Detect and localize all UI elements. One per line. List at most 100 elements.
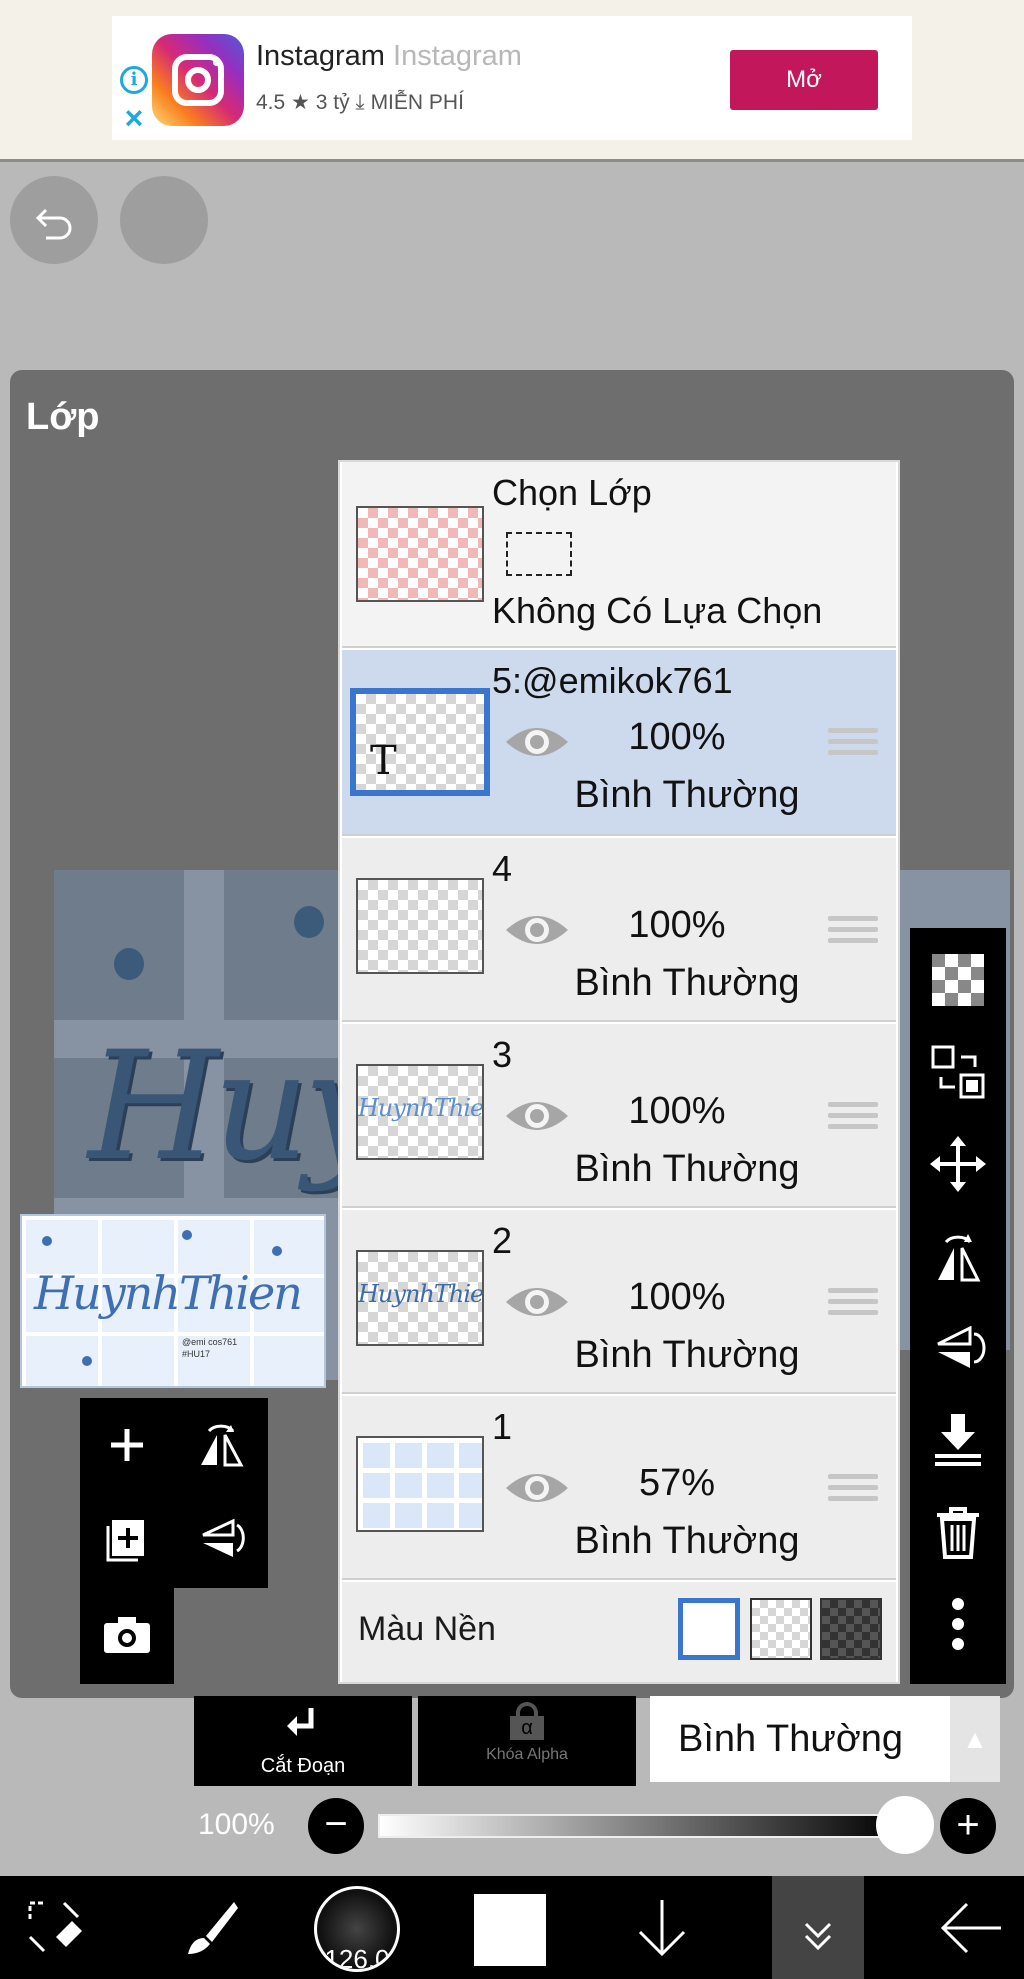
opacity-decrease-button[interactable]: − bbox=[308, 1798, 364, 1854]
layer-row-5[interactable]: T 5:@emikok761 100% Bình Thường bbox=[342, 650, 896, 836]
plus-icon bbox=[111, 1429, 143, 1461]
background-dark-swatch[interactable] bbox=[820, 1598, 882, 1660]
flip-vertical-button[interactable] bbox=[174, 1492, 268, 1586]
brush-tool-button[interactable] bbox=[160, 1876, 260, 1979]
alpha-lock-button[interactable]: α Khóa Alpha bbox=[418, 1696, 636, 1786]
layer-blend-mode: Bình Thường bbox=[574, 1520, 800, 1562]
opacity-increase-button[interactable]: + bbox=[940, 1798, 996, 1854]
right-layer-tools bbox=[910, 928, 1006, 1684]
clipping-arrow-icon bbox=[287, 1708, 314, 1736]
drag-handle-icon[interactable] bbox=[828, 916, 878, 946]
background-transparent-swatch[interactable] bbox=[750, 1598, 812, 1660]
layer-row-3[interactable]: HuynhThien 3 100% Bình Thường bbox=[342, 1024, 896, 1208]
flip-horizontal-icon bbox=[201, 1424, 244, 1467]
add-layer-copy-button[interactable] bbox=[80, 1492, 174, 1586]
add-copy-icon bbox=[106, 1520, 144, 1562]
layer-row-4[interactable]: 4 100% Bình Thường bbox=[342, 838, 896, 1022]
visibility-eye-icon[interactable] bbox=[504, 910, 570, 950]
color-picker-swatch[interactable] bbox=[474, 1894, 546, 1966]
undo-icon bbox=[35, 208, 72, 240]
add-layer-button[interactable] bbox=[80, 1398, 174, 1492]
undo-button[interactable] bbox=[10, 176, 98, 264]
flip-horizontal-icon bbox=[938, 1234, 981, 1282]
reference-preview[interactable]: HuynhThien @emi cos761 #HU17 bbox=[20, 1214, 326, 1388]
drag-handle-icon[interactable] bbox=[828, 1474, 878, 1504]
ad-price: MIỄN PHÍ bbox=[370, 91, 464, 114]
layer-opacity: 100% bbox=[628, 716, 726, 758]
flip-horizontal-button[interactable] bbox=[174, 1398, 268, 1492]
ad-open-button[interactable]: Mở bbox=[730, 50, 878, 110]
flip-layer-horizontal-button[interactable] bbox=[910, 1210, 1006, 1302]
layers-tab-button[interactable] bbox=[772, 1876, 864, 1979]
selection-layer-title: Chọn Lớp bbox=[492, 472, 652, 513]
layer-opacity: 100% bbox=[628, 904, 726, 946]
clipping-button[interactable]: Cắt Đoạn bbox=[194, 1696, 412, 1786]
swap-layer-button[interactable] bbox=[910, 1026, 1006, 1118]
brush-size-indicator[interactable]: 126.0 bbox=[314, 1886, 400, 1972]
transform-eraser-icon bbox=[28, 1901, 82, 1952]
layer-opacity: 100% bbox=[628, 1090, 726, 1132]
alpha-lock-label: Khóa Alpha bbox=[486, 1746, 568, 1763]
camera-import-button[interactable] bbox=[80, 1588, 174, 1682]
layer-thumbnail: T bbox=[350, 688, 490, 796]
layer-blend-mode: Bình Thường bbox=[574, 1148, 800, 1190]
layer-name: 5:@emikok761 bbox=[492, 660, 733, 701]
more-vertical-icon bbox=[952, 1598, 964, 1650]
opacity-value: 100% bbox=[198, 1808, 275, 1841]
brush-icon bbox=[188, 1901, 238, 1954]
opacity-slider[interactable] bbox=[378, 1814, 902, 1838]
swap-icon bbox=[931, 1045, 985, 1099]
transform-eraser-button[interactable] bbox=[0, 1876, 110, 1979]
checkerboard-icon bbox=[932, 954, 984, 1006]
selection-marquee-icon bbox=[506, 532, 572, 576]
layer-name: 1 bbox=[492, 1406, 513, 1447]
double-chevron-down-icon bbox=[804, 1922, 832, 1951]
layer-opacity: 100% bbox=[628, 1276, 726, 1318]
move-arrows-icon bbox=[930, 1136, 986, 1192]
instagram-logo-icon bbox=[152, 34, 244, 126]
move-down-button[interactable] bbox=[612, 1876, 712, 1979]
layer-row-1[interactable]: 1 57% Bình Thường bbox=[342, 1396, 896, 1580]
transparency-button[interactable] bbox=[910, 934, 1006, 1026]
arrow-down-icon bbox=[638, 1899, 686, 1956]
selection-layer-row[interactable]: Chọn Lớp Không Có Lựa Chọn bbox=[342, 462, 896, 648]
flip-layer-vertical-button[interactable] bbox=[910, 1302, 1006, 1394]
drag-handle-icon[interactable] bbox=[828, 1288, 878, 1318]
ad-rating: 4.5 bbox=[256, 91, 286, 114]
background-white-swatch[interactable] bbox=[678, 1598, 740, 1660]
back-button[interactable] bbox=[918, 1876, 1024, 1979]
layer-row-2[interactable]: HuynhThien 2 100% Bình Thường bbox=[342, 1210, 896, 1394]
layer-name: 2 bbox=[492, 1220, 513, 1261]
visibility-eye-icon[interactable] bbox=[504, 722, 570, 762]
clipping-label: Cắt Đoạn bbox=[260, 1755, 346, 1777]
layer-thumbnail: HuynhThien bbox=[356, 1064, 484, 1160]
background-color-label: Màu Nền bbox=[358, 1610, 496, 1648]
layer-opacity: 57% bbox=[638, 1462, 716, 1504]
reference-preview-caption: @emi cos761 #HU17 bbox=[182, 1337, 238, 1359]
visibility-eye-icon[interactable] bbox=[504, 1282, 570, 1322]
ad-info-icon[interactable]: i bbox=[120, 66, 148, 94]
flip-vertical-icon bbox=[202, 1518, 245, 1557]
more-options-button[interactable] bbox=[910, 1578, 1006, 1670]
drag-handle-icon[interactable] bbox=[828, 1102, 878, 1132]
layer-thumbnail-text: HuynhThien bbox=[358, 1094, 484, 1122]
star-icon: ★ bbox=[291, 91, 310, 114]
redo-button[interactable] bbox=[120, 176, 208, 264]
panel-title: Lớp bbox=[26, 396, 100, 438]
drag-handle-icon[interactable] bbox=[828, 728, 878, 758]
move-button[interactable] bbox=[910, 1118, 1006, 1210]
opacity-slider-knob[interactable] bbox=[876, 1796, 934, 1854]
blend-mode-dropdown-icon[interactable]: ▲ bbox=[950, 1696, 1000, 1782]
visibility-eye-icon[interactable] bbox=[504, 1096, 570, 1136]
merge-down-button[interactable] bbox=[910, 1394, 1006, 1486]
layer-thumbnail: HuynhThien bbox=[356, 1250, 484, 1346]
left-layer-tools bbox=[80, 1398, 268, 1588]
delete-layer-button[interactable] bbox=[910, 1486, 1006, 1578]
blend-mode-select[interactable]: Bình Thường bbox=[650, 1696, 950, 1782]
trash-icon bbox=[937, 1507, 979, 1559]
visibility-eye-icon[interactable] bbox=[504, 1468, 570, 1508]
reference-preview-text: HuynhThien bbox=[34, 1266, 303, 1320]
ad-close-icon[interactable]: × bbox=[120, 102, 148, 134]
ad-downloads: 3 tỷ bbox=[315, 91, 350, 114]
arrow-left-icon bbox=[940, 1902, 1001, 1953]
